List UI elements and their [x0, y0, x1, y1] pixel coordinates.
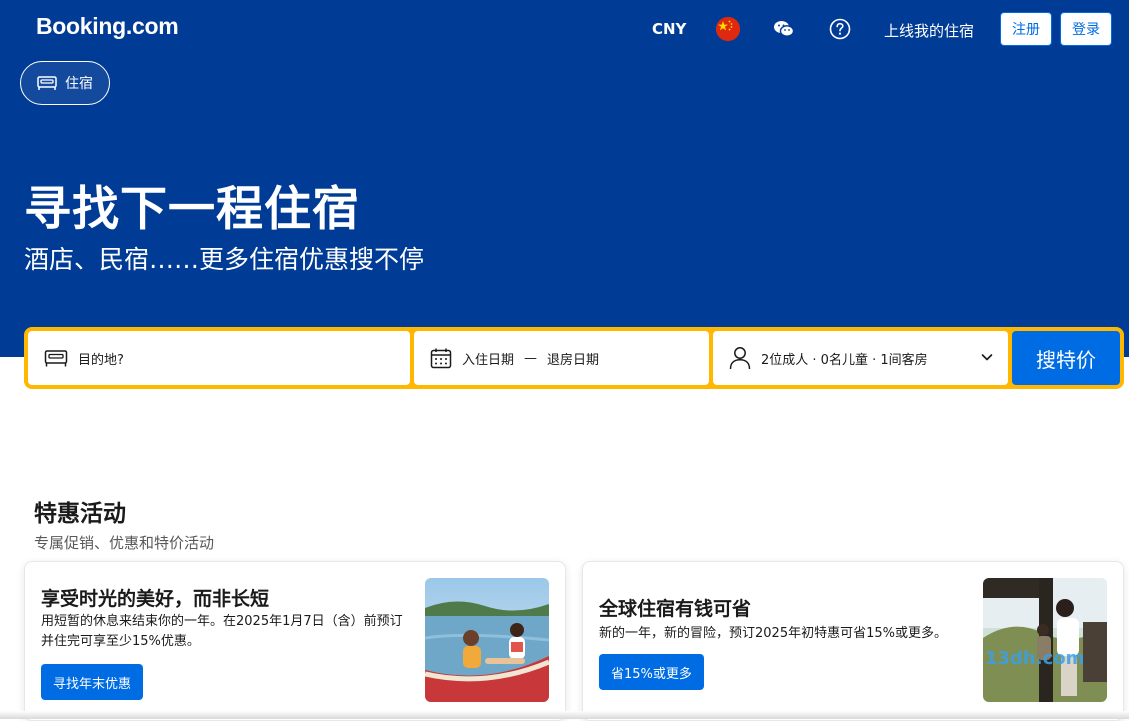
deal-card-title: 全球住宿有钱可省	[599, 598, 752, 620]
booking-logo[interactable]: Booking.com	[36, 13, 179, 40]
china-flag-icon[interactable]	[716, 17, 740, 41]
deal-card-desc: 用短暂的休息来结束你的一年。在2025年1月7日（含）前预订并住完可享至少15%…	[41, 614, 403, 649]
help-icon[interactable]	[826, 15, 854, 43]
deal-image-safari	[983, 578, 1107, 702]
guests-summary: 2位成人 · 0名儿童 · 1间客房	[761, 352, 928, 368]
login-button[interactable]: 登录	[1060, 12, 1112, 46]
tab-stays[interactable]: 住宿	[20, 61, 110, 105]
person-icon	[729, 346, 751, 370]
date-range-field[interactable]: 入住日期 — 退房日期	[414, 331, 709, 385]
search-bar: 目的地? 入住日期 — 退房日期 2位成人 · 0名儿童 · 1间客房 搜特价	[24, 327, 1124, 389]
wechat-icon[interactable]	[770, 15, 798, 43]
search-button[interactable]: 搜特价	[1012, 331, 1120, 385]
hero-subtitle: 酒店、民宿……更多住宿优惠搜不停	[24, 245, 425, 274]
calendar-icon	[430, 347, 452, 369]
hero-title: 寻找下一程住宿	[24, 182, 360, 237]
deal-image-canoe	[425, 578, 549, 702]
deal-card-desc: 新的一年，新的冒险，预订2025年初特惠可省15%或更多。	[599, 626, 947, 641]
register-button[interactable]: 注册	[1000, 12, 1052, 46]
guests-rooms-field[interactable]: 2位成人 · 0名儿童 · 1间客房	[713, 331, 1008, 385]
currency-selector[interactable]: CNY	[652, 20, 686, 38]
scroll-shadow	[0, 711, 1129, 719]
deals-subtitle: 专属促销、优惠和特价活动	[34, 534, 215, 552]
deal-card-title: 享受时光的美好，而非长短	[41, 588, 270, 610]
deals-title: 特惠活动	[34, 501, 126, 527]
list-property-link[interactable]: 上线我的住宿	[884, 20, 974, 41]
checkin-date: 入住日期	[462, 352, 515, 368]
find-year-end-deals-button[interactable]: 寻找年末优惠	[41, 664, 144, 700]
deal-card-2[interactable]: 全球住宿有钱可省 新的一年，新的冒险，预订2025年初特惠可省15%或更多。 省…	[582, 561, 1124, 721]
tab-stays-label: 住宿	[65, 76, 93, 92]
deal-card-1[interactable]: 享受时光的美好，而非长短 用短暂的休息来结束你的一年。在2025年1月7日（含）…	[24, 561, 566, 721]
bed-icon	[37, 75, 57, 91]
save-15-percent-button[interactable]: 省15%或更多	[599, 654, 704, 690]
watermark-text: 13dh.com	[985, 648, 1085, 669]
checkout-date: 退房日期	[547, 352, 600, 368]
date-separator: —	[524, 350, 538, 366]
chevron-down-icon	[980, 350, 994, 368]
hero-banner: Booking.com CNY 上线我的住宿 注册 登录 住宿 寻找下一程住宿 …	[0, 0, 1129, 357]
bed-icon	[44, 348, 68, 368]
destination-placeholder: 目的地?	[78, 352, 124, 368]
destination-field[interactable]: 目的地?	[28, 331, 410, 385]
